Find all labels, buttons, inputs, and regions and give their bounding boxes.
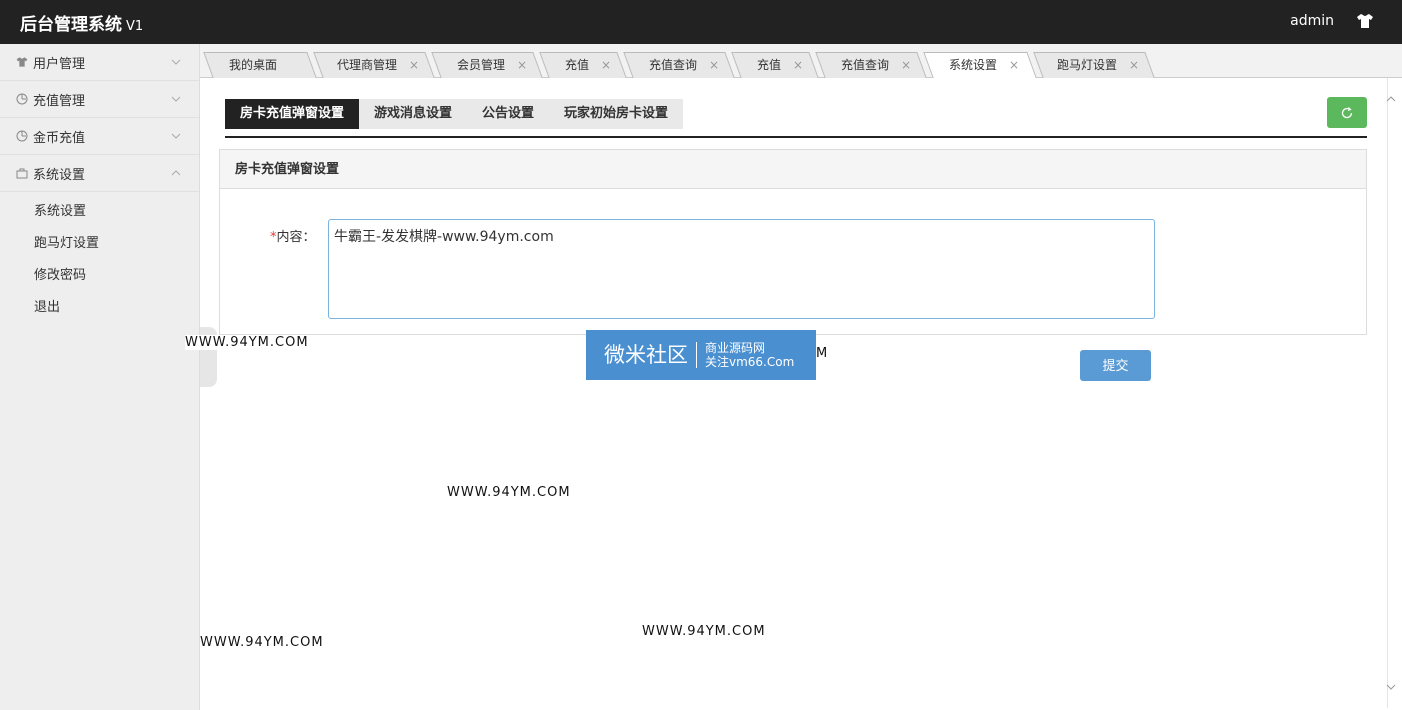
sidebar-subitem-change-password[interactable]: 修改密码 bbox=[0, 260, 199, 292]
watermark-fragment: M bbox=[816, 346, 828, 361]
refresh-icon bbox=[1341, 106, 1353, 118]
app-version: V1 bbox=[126, 19, 144, 34]
top-header: 后台管理系统 V1 admin bbox=[0, 0, 1402, 44]
shirt-icon bbox=[15, 55, 29, 69]
sidebar-item-label: 金币充值 bbox=[33, 130, 86, 146]
clock-icon bbox=[15, 92, 29, 106]
sidebar-item-label: 用户管理 bbox=[33, 56, 86, 72]
tab-system-settings[interactable]: 系统设置 × bbox=[949, 52, 1019, 78]
sidebar-item-system-settings[interactable]: 系统设置 bbox=[0, 155, 199, 192]
sidebar-item-coin-recharge[interactable]: 金币充值 bbox=[0, 118, 199, 155]
banner-line-1: 商业源码网 bbox=[705, 341, 766, 355]
username[interactable]: admin bbox=[1290, 13, 1334, 29]
watermark-text: WWW.94YM.COM bbox=[642, 624, 766, 639]
subtab-underline bbox=[225, 136, 1367, 138]
tab-label: 充值 bbox=[757, 58, 782, 72]
tab-recharge-query-2[interactable]: 充值查询 × bbox=[841, 52, 911, 78]
watermark-text: WWW.94YM.COM bbox=[185, 335, 309, 350]
close-icon[interactable]: × bbox=[901, 58, 911, 72]
sidebar: 用户管理 充值管理 金币充值 系统设置 系统设置 跑马灯设置 修改密码 退出 bbox=[0, 44, 200, 710]
chevron-down-icon bbox=[171, 133, 181, 139]
subtab-announcement[interactable]: 公告设置 bbox=[467, 99, 550, 129]
settings-panel: 房卡充值弹窗设置 *内容： 牛霸王-发发棋牌-www.94ym.com bbox=[219, 149, 1367, 335]
submit-button[interactable]: 提交 bbox=[1080, 350, 1151, 381]
tab-label: 系统设置 bbox=[949, 58, 998, 72]
tab-label: 我的桌面 bbox=[229, 58, 278, 72]
sidebar-subitem-system-settings[interactable]: 系统设置 bbox=[0, 196, 199, 228]
clock-icon bbox=[15, 129, 29, 143]
chevron-down-icon[interactable] bbox=[1386, 682, 1396, 692]
watermark-text: WWW.94YM.COM bbox=[447, 485, 571, 500]
scrollbar-track[interactable] bbox=[1387, 78, 1388, 708]
content-textarea[interactable]: 牛霸王-发发棋牌-www.94ym.com bbox=[328, 219, 1155, 319]
chevron-down-icon bbox=[171, 96, 181, 102]
sidebar-subitem-marquee-settings[interactable]: 跑马灯设置 bbox=[0, 228, 199, 260]
close-icon[interactable]: × bbox=[709, 58, 719, 72]
bag-icon bbox=[15, 166, 29, 180]
sidebar-item-recharge-management[interactable]: 充值管理 bbox=[0, 81, 199, 118]
subtab-game-message[interactable]: 游戏消息设置 bbox=[359, 99, 468, 129]
panel-title: 房卡充值弹窗设置 bbox=[220, 150, 1366, 189]
tab-member-management[interactable]: 会员管理 × bbox=[457, 52, 527, 78]
banner-title: 微米社区 bbox=[586, 342, 697, 368]
tab-label: 充值查询 bbox=[649, 58, 698, 72]
tab-label: 充值查询 bbox=[841, 58, 890, 72]
sidebar-item-user-management[interactable]: 用户管理 bbox=[0, 44, 199, 81]
app-title-text: 后台管理系统 bbox=[20, 15, 122, 35]
close-icon[interactable]: × bbox=[517, 58, 527, 72]
banner-line-2: 关注vm66.Com bbox=[705, 355, 795, 369]
tab-label: 会员管理 bbox=[457, 58, 506, 72]
watermark-banner: 微米社区 商业源码网 关注vm66.Com bbox=[586, 330, 816, 380]
tab-recharge[interactable]: 充值 × bbox=[565, 52, 611, 78]
tab-label: 代理商管理 bbox=[337, 58, 398, 72]
refresh-button[interactable] bbox=[1327, 97, 1367, 128]
tab-label: 跑马灯设置 bbox=[1057, 58, 1118, 72]
tab-label: 充值 bbox=[565, 58, 590, 72]
tabs-bar: 我的桌面 代理商管理 × 会员管理 × 充值 × 充值查询 × 充值 × 充值查询 × 系统… bbox=[200, 44, 1402, 78]
subtab-initial-room-card[interactable]: 玩家初始房卡设置 bbox=[549, 99, 684, 129]
sidebar-item-label: 充值管理 bbox=[33, 93, 86, 109]
tab-recharge-2[interactable]: 充值 × bbox=[757, 52, 803, 78]
sidebar-submenu: 系统设置 跑马灯设置 修改密码 退出 bbox=[0, 192, 199, 324]
settings-subtabs: 房卡充值弹窗设置 游戏消息设置 公告设置 玩家初始房卡设置 bbox=[225, 99, 684, 129]
tab-agent-management[interactable]: 代理商管理 × bbox=[337, 52, 419, 78]
chevron-up-icon bbox=[171, 170, 181, 176]
banner-subtext: 商业源码网 关注vm66.Com bbox=[697, 341, 794, 369]
tab-desktop[interactable]: 我的桌面 bbox=[229, 52, 277, 78]
sidebar-subitem-logout[interactable]: 退出 bbox=[0, 292, 199, 324]
watermark-text: WWW.94YM.COM bbox=[200, 635, 324, 650]
app-title: 后台管理系统 V1 bbox=[20, 10, 143, 35]
tshirt-icon[interactable] bbox=[1356, 12, 1374, 32]
close-icon[interactable]: × bbox=[601, 58, 611, 72]
tab-marquee-settings[interactable]: 跑马灯设置 × bbox=[1057, 52, 1139, 78]
sidebar-item-label: 系统设置 bbox=[33, 167, 86, 183]
content-label-text: 内容： bbox=[276, 230, 316, 245]
tab-recharge-query[interactable]: 充值查询 × bbox=[649, 52, 719, 78]
close-icon[interactable]: × bbox=[409, 58, 419, 72]
chevron-down-icon bbox=[171, 59, 181, 65]
subtab-room-card-popup[interactable]: 房卡充值弹窗设置 bbox=[225, 99, 360, 129]
close-icon[interactable]: × bbox=[793, 58, 803, 72]
close-icon[interactable]: × bbox=[1009, 58, 1019, 72]
content-label: *内容： bbox=[270, 226, 316, 245]
chevron-up-icon[interactable] bbox=[1386, 94, 1396, 104]
close-icon[interactable]: × bbox=[1129, 58, 1139, 72]
